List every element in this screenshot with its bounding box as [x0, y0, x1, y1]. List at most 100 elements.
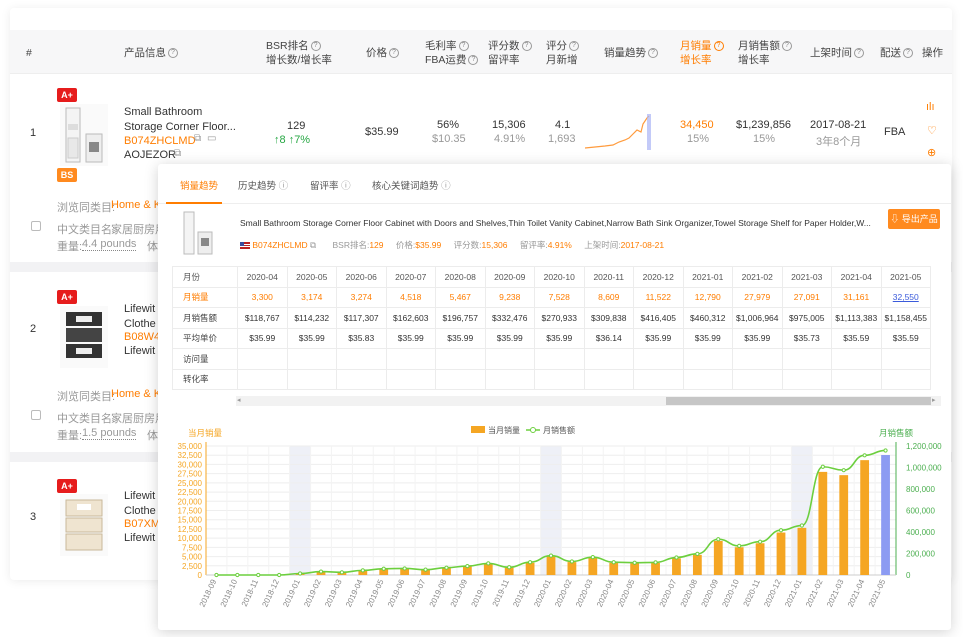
revenue-point	[883, 448, 888, 453]
product-asin[interactable]: B08W4	[124, 331, 160, 343]
x-tick-label: 2019-10	[470, 578, 491, 609]
tab-sales-trend[interactable]: 销量趋势	[180, 178, 218, 192]
volume-label: 体	[147, 241, 158, 253]
x-tick-label: 2018-12	[260, 578, 281, 609]
x-tick-label: 2020-10	[720, 578, 741, 609]
right-tick-label: 600,000	[906, 507, 935, 516]
header-bsr: BSR排名? 增长数/增长率	[266, 40, 332, 66]
aplus-badge: A+	[57, 88, 77, 102]
legend-bar-label: 当月销量	[488, 425, 520, 435]
sales-bar	[651, 562, 660, 575]
scrollbar-thumb[interactable]	[666, 397, 931, 405]
popup-asin[interactable]: B074ZHCLMD	[252, 240, 307, 250]
left-tick-label: 2,500	[182, 562, 203, 571]
launch-date: 2017-08-21	[810, 119, 867, 131]
header-reviews: 评分数? 留评率	[488, 39, 532, 67]
revenue-point	[737, 543, 742, 548]
row-checkbox[interactable]	[31, 221, 41, 231]
product-title[interactable]: Lifewit Clothe	[124, 302, 156, 332]
sales-bar	[797, 527, 807, 575]
export-icon: ⇩	[890, 214, 900, 224]
right-tick-label: 1,200,000	[906, 442, 942, 451]
browse-category-link[interactable]: Home & K	[111, 199, 161, 211]
x-tick-label: 2019-01	[281, 578, 302, 609]
copy-icon[interactable]: ⧉	[310, 240, 316, 250]
revenue-point	[444, 565, 449, 570]
x-tick-label: 2019-12	[511, 578, 532, 609]
product-brand[interactable]: Lifewit	[124, 345, 155, 357]
sales-sparkline[interactable]	[585, 110, 653, 152]
heart-icon[interactable]: ♡	[927, 124, 937, 137]
product-image[interactable]	[60, 104, 108, 166]
revenue-point	[507, 565, 512, 570]
row-checkbox[interactable]	[31, 410, 41, 420]
browse-category-link[interactable]: Home & K	[111, 388, 161, 400]
tab-review-rate[interactable]: 留评率 ⓘ	[310, 178, 351, 192]
revenue-point	[256, 572, 261, 578]
right-tick-label: 1,000,000	[906, 464, 942, 473]
revenue-point	[297, 571, 303, 576]
x-tick-label: 2020-03	[574, 578, 595, 609]
x-tick-label: 2020-07	[658, 578, 679, 609]
revenue-point	[632, 560, 637, 565]
sales-bar	[692, 554, 702, 575]
chart-icon[interactable]: ılı	[926, 101, 935, 113]
avg-price-label: 平均单价	[172, 327, 238, 349]
revenue-point	[360, 568, 365, 573]
copy-icon[interactable]: ⧉	[194, 133, 201, 144]
left-tick-label: 10,000	[178, 534, 203, 543]
x-tick-label: 2021-02	[804, 578, 825, 609]
visits-label: 访问量	[172, 348, 238, 370]
revenue-point	[486, 561, 491, 566]
left-tick-label: 32,500	[178, 451, 203, 460]
product-brand[interactable]: AOJEZOR	[124, 149, 176, 161]
x-tick-label: 2020-02	[553, 578, 574, 609]
product-title[interactable]: Small Bathroom Storage Corner Floor...	[124, 105, 236, 135]
right-tick-label: 400,000	[906, 528, 935, 537]
popup-meta: B074ZHCLMD ⧉ BSR排名:129 价格:$35.99 评分数:15,…	[240, 239, 664, 251]
legend-line-label: 月销售额	[543, 425, 575, 435]
product-title[interactable]: Lifewit Clothe	[124, 489, 156, 519]
x-tick-label: 2020-09	[700, 578, 721, 609]
tab-history-trend[interactable]: 历史趋势 ⓘ	[238, 178, 288, 192]
export-product-button[interactable]: ⇩ 导出产品	[888, 209, 940, 229]
right-axis-title: 月销售额	[879, 428, 914, 438]
sales-bar	[818, 471, 828, 575]
price-value: $35.99	[365, 126, 399, 138]
header-actions: 操作	[922, 47, 943, 59]
monthly-revenue-label: 月销售额	[172, 307, 238, 329]
bsr-rank: 129	[287, 120, 306, 132]
revenue-point	[799, 523, 805, 528]
product-brand[interactable]: Lifewit	[124, 532, 155, 544]
table-horizontal-scrollbar[interactable]	[236, 396, 941, 406]
product-asin[interactable]: B074ZHCLMD	[124, 135, 196, 147]
popup-product-image	[183, 211, 213, 255]
rating-value: 4.1	[555, 119, 571, 131]
left-tick-label: 0	[198, 571, 203, 580]
product-image[interactable]	[60, 306, 108, 368]
product-image[interactable]	[60, 494, 108, 556]
comment-icon[interactable]: ▭	[207, 133, 216, 144]
scroll-right-icon[interactable]: ▸	[932, 396, 936, 404]
header-monthly-sales[interactable]: 月销量? 增长率	[680, 39, 724, 67]
x-tick-label: 2018-11	[240, 578, 261, 608]
active-tab-indicator	[166, 202, 222, 204]
left-tick-label: 30,000	[178, 460, 203, 469]
x-tick-label: 2020-06	[637, 578, 658, 609]
right-tick-label: 800,000	[906, 485, 935, 494]
product-asin[interactable]: B07XM	[124, 518, 160, 530]
popup-product-title: Small Bathroom Storage Corner Floor Cabi…	[240, 218, 871, 228]
sales-bar	[588, 558, 598, 575]
x-tick-label: 2019-03	[323, 578, 344, 609]
sales-trend-chart[interactable]: 02,5005,0007,50010,00012,50015,00017,500…	[158, 422, 951, 630]
cn-category-label: 中文类目名:	[57, 413, 116, 425]
external-link-icon[interactable]: ⧉	[174, 148, 181, 159]
settings-icon[interactable]: ⊕	[927, 146, 936, 159]
rating-new: 1,693	[548, 133, 576, 145]
tab-keyword-trend[interactable]: 核心关键词趋势 ⓘ	[372, 178, 451, 192]
aplus-badge: A+	[57, 290, 77, 304]
revenue-point	[214, 572, 219, 578]
monthly-data-table: 月份 2020-04 2020-05 2020-06 2020-07 2020-08 202…	[172, 266, 931, 390]
revenue-point	[674, 555, 679, 560]
scroll-left-icon[interactable]: ◂	[237, 396, 241, 404]
